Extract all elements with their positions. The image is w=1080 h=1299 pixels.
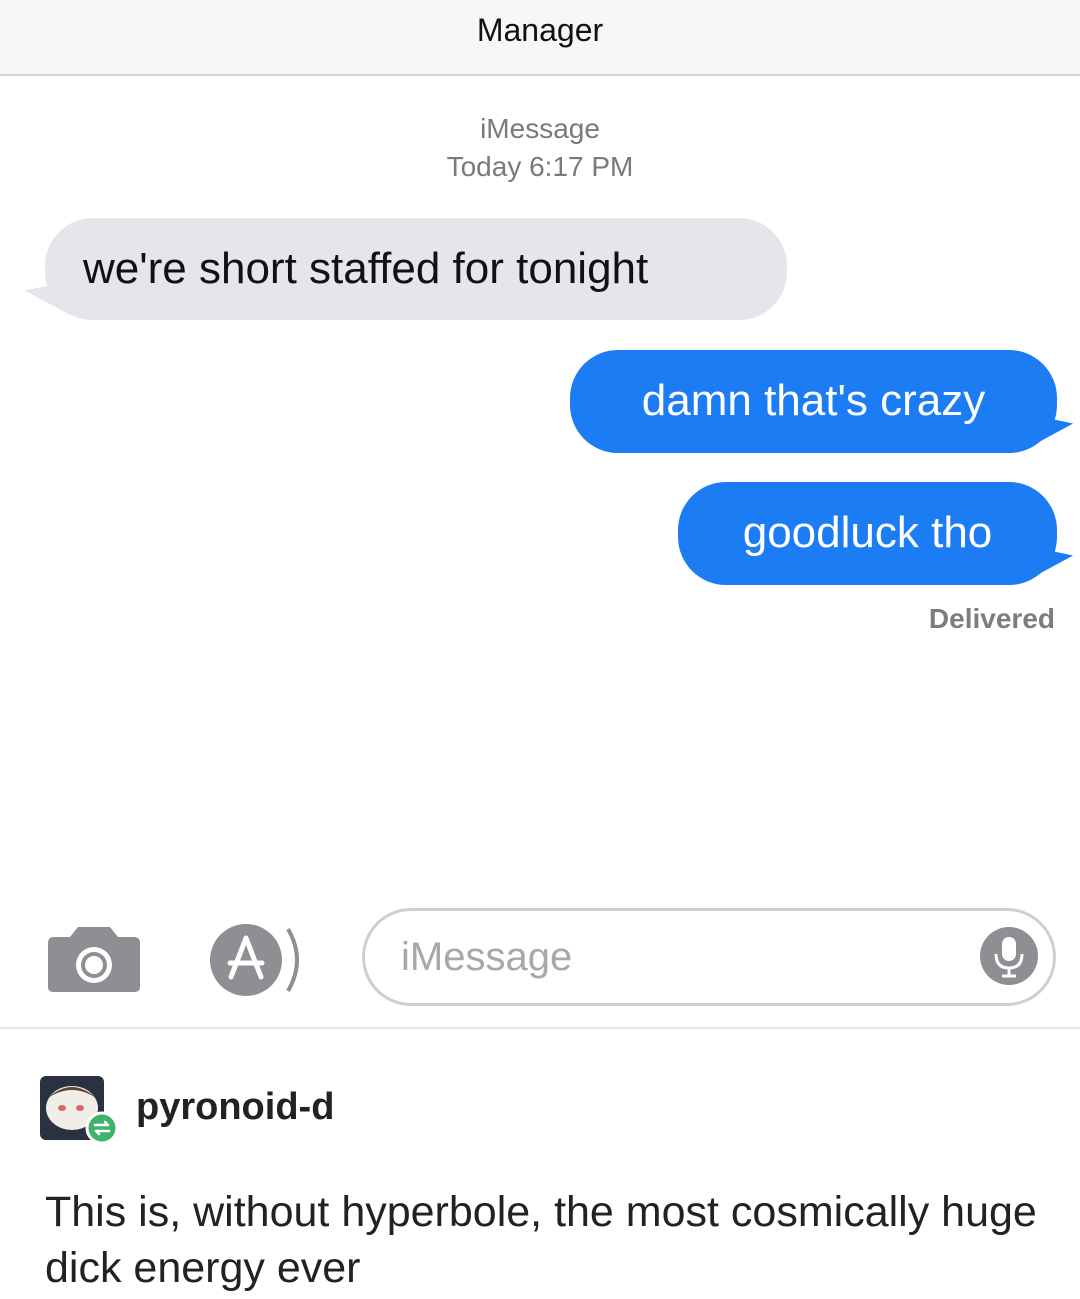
outgoing-message-bubble[interactable]: goodluck tho — [678, 482, 1057, 585]
post-username[interactable]: pyronoid-d — [136, 1086, 334, 1129]
service-label: iMessage — [480, 113, 600, 144]
avatar[interactable] — [40, 1072, 119, 1145]
message-timestamp: Today 6:17 PM — [446, 151, 634, 182]
microphone-button[interactable] — [979, 926, 1039, 986]
camera-icon — [48, 927, 140, 992]
message-input[interactable]: iMessage — [362, 908, 1056, 1006]
post-body: This is, without hyperbole, the most cos… — [45, 1188, 1037, 1292]
conversation-header: Manager — [0, 0, 1080, 76]
section-divider — [0, 1027, 1080, 1029]
incoming-message-bubble[interactable]: we're short staffed for tonight — [45, 218, 787, 320]
user-avatar-image — [40, 1076, 119, 1145]
contact-name[interactable]: Manager — [0, 12, 1080, 49]
app-store-button[interactable] — [206, 923, 306, 997]
camera-button[interactable] — [46, 925, 142, 993]
microphone-icon — [980, 927, 1038, 985]
message-input-placeholder: iMessage — [401, 935, 573, 979]
app-store-icon — [210, 924, 299, 996]
outgoing-message-bubble[interactable]: damn that's crazy — [570, 350, 1057, 453]
delivery-status: Delivered — [928, 603, 1055, 634]
